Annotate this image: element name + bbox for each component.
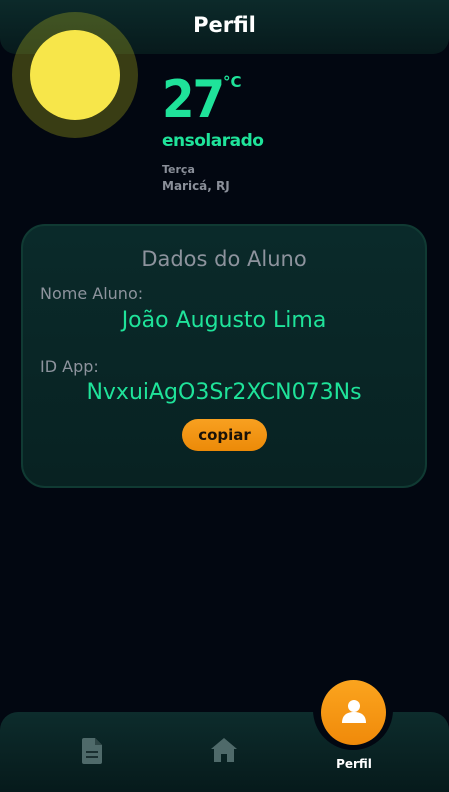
student-name-label: Nome Aluno: (40, 284, 144, 303)
user-icon (341, 699, 366, 727)
app-id-value: NvxuiAgO3Sr2XCN073Ns (86, 380, 362, 405)
nav-label-perfil: Perfil (336, 757, 372, 771)
temperature-value: 27 (162, 70, 225, 130)
card-title: Dados do Aluno (141, 247, 307, 271)
weather-day: Terça (162, 163, 195, 176)
temperature-unit: °C (223, 73, 242, 91)
copy-button[interactable]: copiar (182, 419, 267, 451)
home-icon[interactable] (211, 738, 237, 766)
sun-icon (30, 30, 120, 120)
student-data-card: Dados do Aluno Nome Aluno: João Augusto … (21, 224, 427, 488)
student-name-value: João Augusto Lima (121, 308, 327, 333)
weather-condition: ensolarado (162, 131, 264, 151)
app-id-label: ID App: (40, 357, 99, 376)
weather-location: Maricá, RJ (162, 179, 230, 193)
profile-nav-button[interactable] (321, 680, 386, 745)
document-icon[interactable] (82, 738, 102, 768)
